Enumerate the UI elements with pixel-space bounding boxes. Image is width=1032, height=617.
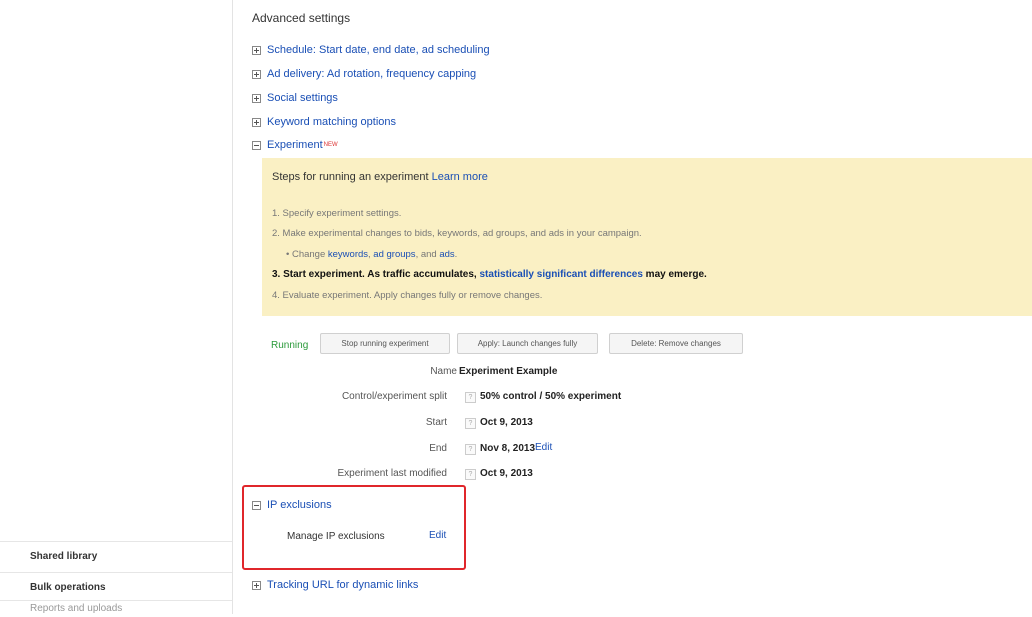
expand-icon[interactable] [252, 580, 261, 590]
name-value: Experiment Example [459, 366, 558, 377]
status-running: Running [271, 340, 309, 351]
panel-title: Steps for running an experiment Learn mo… [272, 171, 488, 183]
substep-prefix: • Change [286, 249, 326, 260]
sidebar: Shared library Bulk operations Reports a… [0, 0, 233, 614]
manage-ip-exclusions-label: Manage IP exclusions [287, 531, 385, 542]
section-link[interactable]: Ad delivery: Ad rotation, frequency capp… [267, 68, 476, 80]
panel-title-text: Steps for running an experiment [272, 171, 429, 183]
help-icon[interactable]: ? [465, 444, 476, 455]
sidebar-item-bulk-operations[interactable]: Bulk operations [0, 572, 232, 598]
sidebar-item-label: Shared library [30, 551, 98, 562]
section-schedule[interactable]: Schedule: Start date, end date, ad sched… [252, 44, 490, 56]
substep-end: . [454, 249, 458, 260]
settings-main: Advanced settings Schedule: Start date, … [232, 0, 1032, 614]
name-label: Name [430, 366, 457, 377]
step-2: 2. Make experimental changes to bids, ke… [272, 228, 642, 239]
collapse-icon[interactable] [252, 140, 261, 150]
section-experiment[interactable]: Experiment NEW [252, 139, 338, 151]
end-label: End [429, 443, 447, 454]
split-value: 50% control / 50% experiment [480, 391, 622, 402]
delete-changes-button[interactable]: Delete: Remove changes [609, 333, 743, 354]
new-badge: NEW [323, 142, 338, 148]
section-ad-delivery[interactable]: Ad delivery: Ad rotation, frequency capp… [252, 68, 476, 80]
stop-experiment-button[interactable]: Stop running experiment [320, 333, 450, 354]
step-1: 1. Specify experiment settings. [272, 208, 402, 219]
section-tracking-url[interactable]: Tracking URL for dynamic links [252, 579, 418, 591]
section-link[interactable]: Schedule: Start date, end date, ad sched… [267, 44, 490, 56]
section-keyword-matching[interactable]: Keyword matching options [252, 116, 396, 128]
section-link[interactable]: Experiment [267, 139, 323, 151]
modified-value: Oct 9, 2013 [480, 468, 533, 479]
help-icon[interactable]: ? [465, 392, 476, 403]
split-label: Control/experiment split [341, 391, 447, 402]
start-label: Start [425, 417, 447, 428]
ad-groups-link[interactable]: ad groups [373, 249, 415, 260]
step-3: 3. Start experiment. As traffic accumula… [272, 269, 707, 280]
start-value: Oct 9, 2013 [480, 417, 533, 428]
expand-icon[interactable] [252, 69, 261, 79]
expand-icon[interactable] [252, 45, 261, 55]
modified-label: Experiment last modified [337, 468, 448, 479]
sidebar-item-label: Reports and uploads [30, 603, 123, 614]
collapse-icon[interactable] [252, 500, 261, 510]
learn-more-link[interactable]: Learn more [432, 171, 488, 183]
significant-differences-link[interactable]: statistically significant differences [480, 269, 643, 280]
expand-icon[interactable] [252, 117, 261, 127]
step-3-end: may emerge. [645, 269, 707, 280]
sidebar-item-reports-uploads[interactable]: Reports and uploads [0, 600, 232, 614]
ip-exclusions-highlight [242, 485, 466, 570]
page-title: Advanced settings [252, 11, 351, 25]
sidebar-item-shared-library[interactable]: Shared library [0, 541, 232, 564]
section-ip-exclusions[interactable]: IP exclusions [252, 499, 332, 511]
substep-sep: , [368, 249, 371, 260]
keywords-link[interactable]: keywords [328, 249, 368, 260]
ads-link[interactable]: ads [439, 249, 454, 260]
help-icon[interactable]: ? [465, 418, 476, 429]
step-4: 4. Evaluate experiment. Apply changes fu… [272, 290, 543, 301]
help-icon[interactable]: ? [465, 469, 476, 480]
ip-exclusions-edit-link[interactable]: Edit [429, 530, 446, 541]
end-date-edit-link[interactable]: Edit [535, 442, 552, 453]
expand-icon[interactable] [252, 93, 261, 103]
end-value: Nov 8, 2013 [480, 443, 536, 454]
section-link[interactable]: Social settings [267, 92, 338, 104]
apply-changes-button[interactable]: Apply: Launch changes fully [457, 333, 598, 354]
section-link[interactable]: Tracking URL for dynamic links [267, 579, 418, 591]
step-3-text: 3. Start experiment. As traffic accumula… [272, 269, 477, 280]
section-link[interactable]: Keyword matching options [267, 116, 396, 128]
section-social-settings[interactable]: Social settings [252, 92, 338, 104]
section-link[interactable]: IP exclusions [267, 499, 332, 511]
experiment-steps-panel: Steps for running an experiment Learn mo… [262, 158, 1032, 316]
substep-sep: , and [415, 249, 437, 260]
step-2-sub: • Change keywords, ad groups, and ads. [286, 249, 457, 260]
sidebar-item-label: Bulk operations [30, 582, 106, 593]
